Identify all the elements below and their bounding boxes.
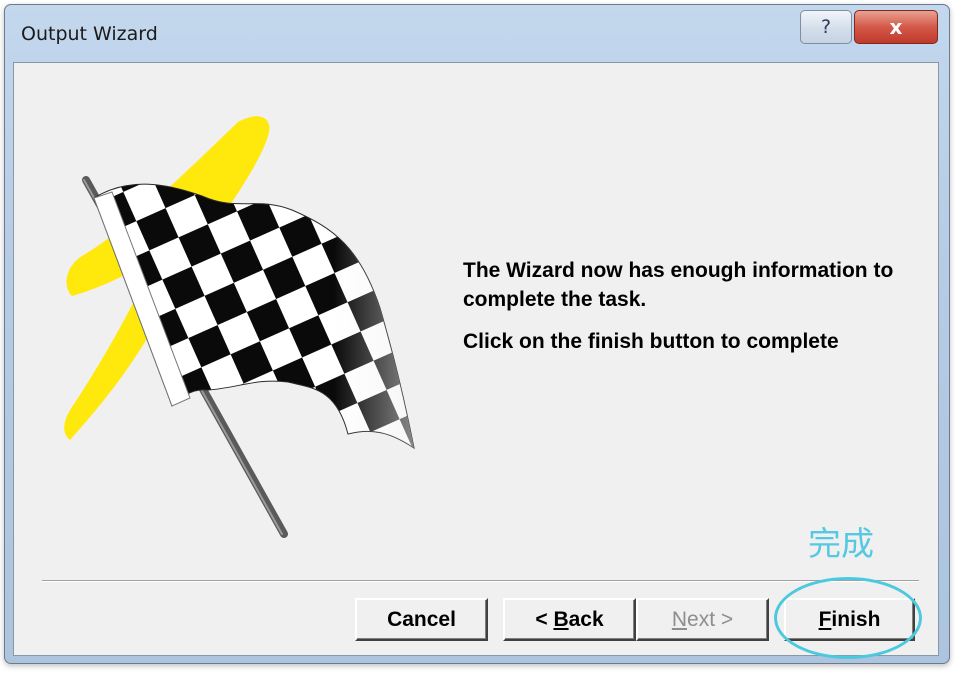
cancel-label: Cancel (387, 607, 456, 631)
checkered-flag-icon (64, 116, 415, 538)
back-button[interactable]: < Back (503, 598, 636, 641)
close-icon: x (889, 15, 903, 39)
output-wizard-window: Output Wizard ? x The Wizard now has eno… (4, 4, 950, 664)
next-label: ext > (687, 607, 734, 631)
finish-button[interactable]: Finish (784, 598, 915, 641)
wizard-message: The Wizard now has enough information to… (463, 259, 894, 311)
help-icon: ? (820, 16, 832, 38)
back-label-prefix: < (535, 607, 554, 631)
back-label: ack (568, 607, 604, 631)
button-separator (42, 580, 919, 582)
finish-accelerator: F (818, 607, 832, 631)
finish-label: inish (831, 607, 881, 631)
next-accelerator: N (671, 607, 688, 631)
back-accelerator: B (553, 607, 569, 631)
cancel-button[interactable]: Cancel (355, 598, 488, 641)
close-button[interactable]: x (854, 10, 938, 44)
wizard-content: The Wizard now has enough information to… (13, 62, 939, 659)
wizard-instruction: Click on the finish button to complete (463, 330, 839, 353)
window-title: Output Wizard (21, 23, 158, 45)
next-button: Next > (636, 598, 769, 641)
help-button[interactable]: ? (800, 10, 852, 44)
finish-annotation-label: 完成 (808, 524, 874, 563)
